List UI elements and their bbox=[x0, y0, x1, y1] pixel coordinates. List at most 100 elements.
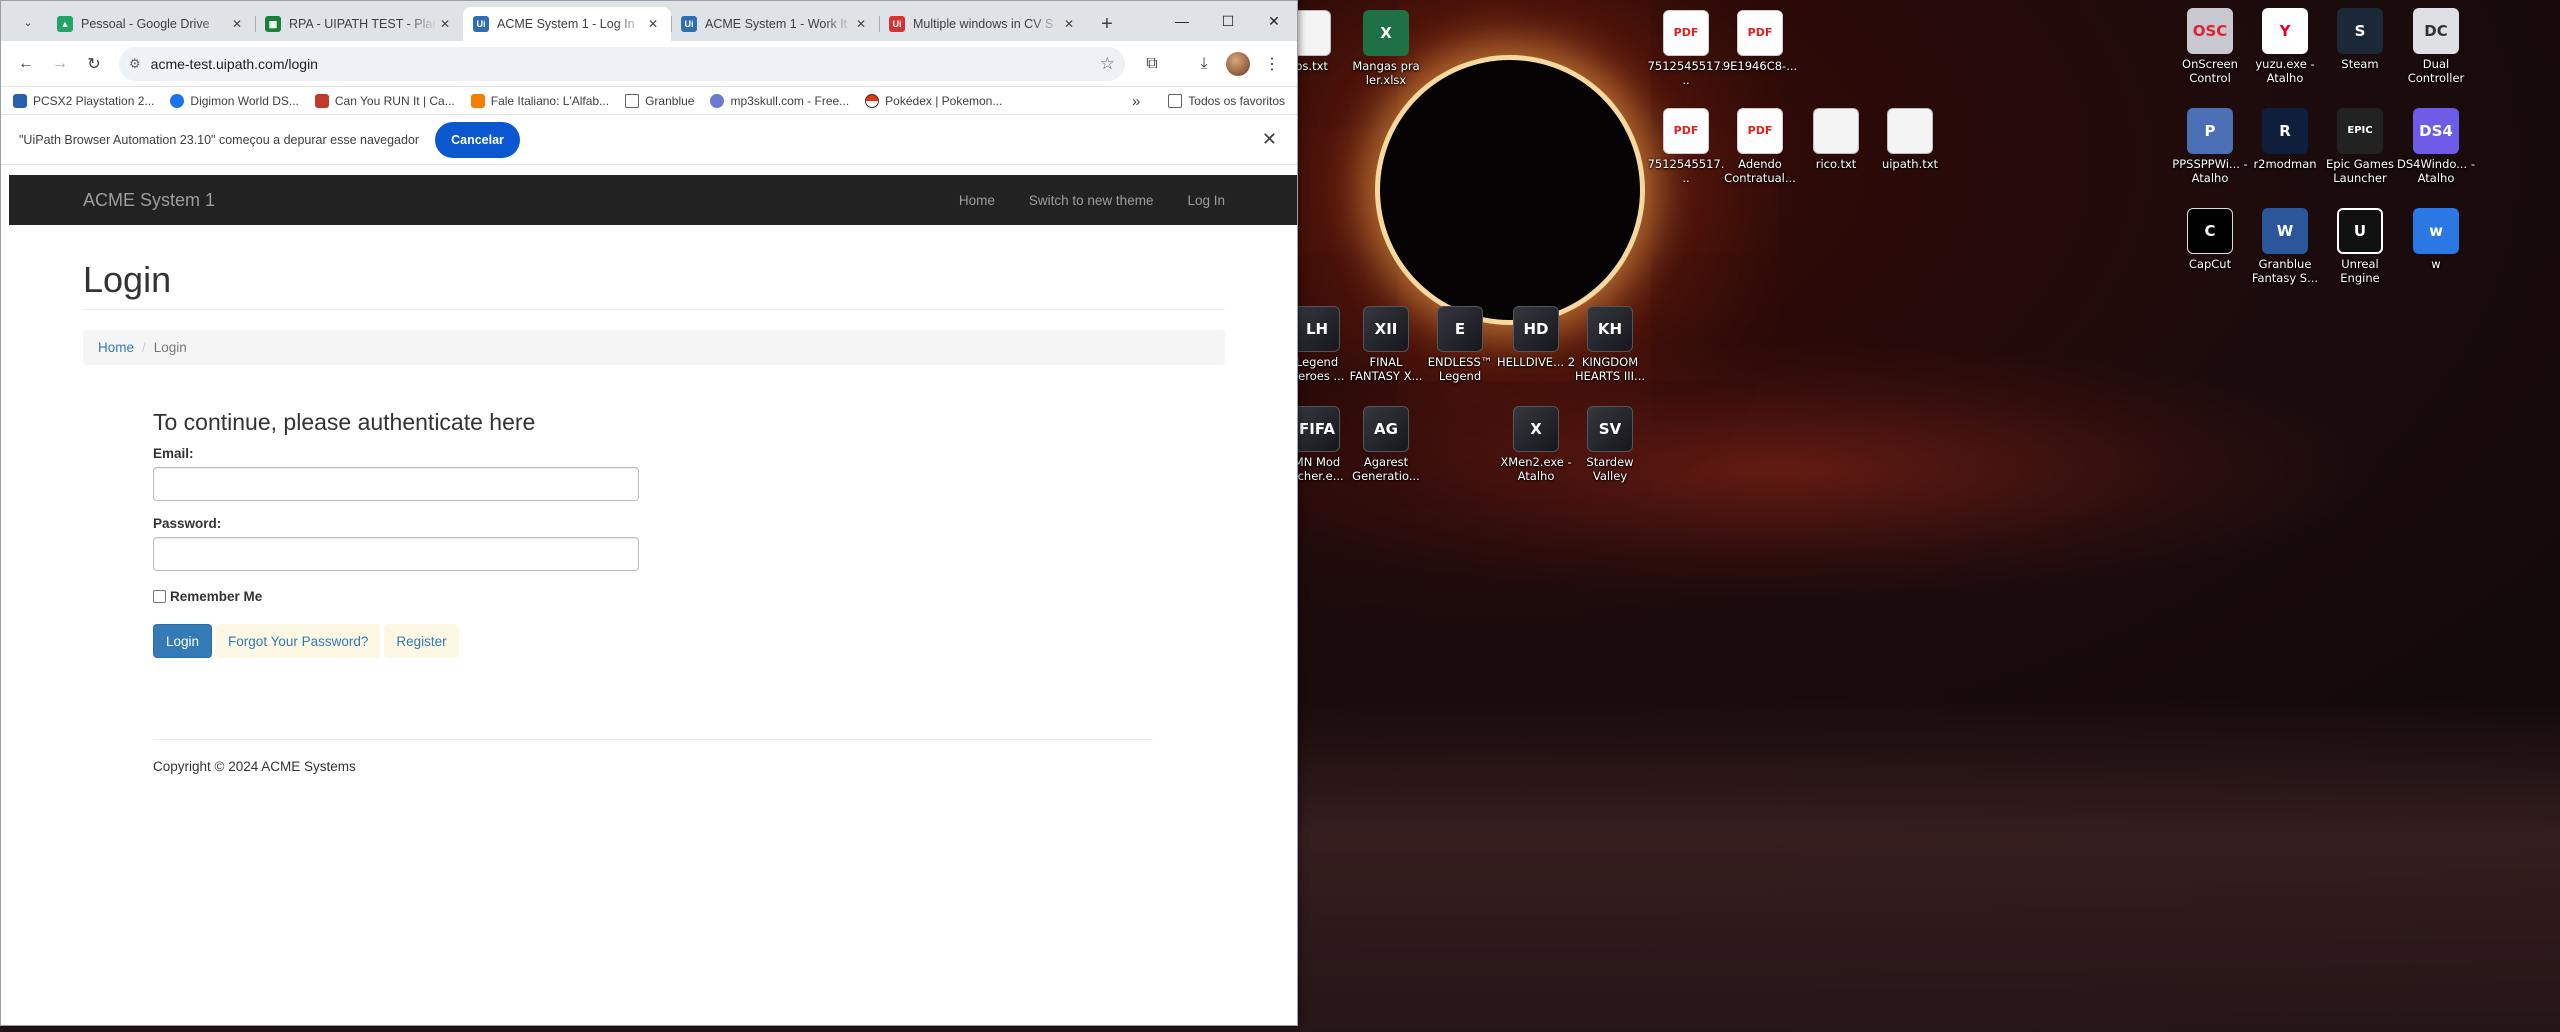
footer-divider bbox=[153, 739, 1153, 740]
forgot-password-button[interactable]: Forgot Your Password? bbox=[216, 624, 381, 658]
close-icon[interactable]: ✕ bbox=[1262, 129, 1277, 150]
desktop-icon-unreal-engine[interactable]: U Unreal Engine bbox=[2320, 208, 2400, 285]
bookmark-digimon[interactable]: Digimon World DS... bbox=[170, 93, 299, 108]
text-file-icon bbox=[1887, 108, 1933, 154]
breadcrumb: Home / Login bbox=[83, 330, 1225, 365]
uipath-icon: Ui bbox=[473, 16, 489, 32]
pdf-icon: PDF bbox=[1737, 108, 1783, 154]
browser-menu-button[interactable]: ⋮ bbox=[1257, 49, 1287, 79]
wallpaper-eclipse bbox=[1380, 60, 1640, 320]
bookmark-pokedex[interactable]: Pokédex | Pokemon... bbox=[865, 93, 1002, 108]
nav-log-in[interactable]: Log In bbox=[1187, 193, 1225, 208]
bookmark-granblue-folder[interactable]: Granblue bbox=[625, 93, 694, 108]
remember-me-label[interactable]: Remember Me bbox=[170, 589, 262, 604]
close-window-icon[interactable]: ✕ bbox=[1251, 1, 1297, 41]
tab-acme-work-items[interactable]: Ui ACME System 1 - Work It ✕ bbox=[671, 7, 879, 41]
desktop-icon-helldivers[interactable]: HD HELLDIVE... 2 bbox=[1496, 306, 1576, 369]
login-button[interactable]: Login bbox=[153, 624, 213, 658]
remember-me-checkbox[interactable] bbox=[153, 590, 166, 603]
download-icon: ⤓ bbox=[1200, 54, 1208, 72]
password-label: Password: bbox=[153, 516, 222, 531]
address-bar[interactable]: ⚙ acme-test.uipath.com/login ☆ bbox=[119, 46, 1125, 81]
bookmark-mp3skull[interactable]: mp3skull.com - Free... bbox=[710, 93, 850, 108]
tab-rpa-sheet[interactable]: ▦ RPA - UIPATH TEST - Plan ✕ bbox=[255, 7, 463, 41]
desktop-icon-w[interactable]: ww bbox=[2396, 208, 2476, 271]
desktop-icon-pdf-3[interactable]: PDF 7512545517... bbox=[1646, 108, 1726, 185]
desktop-icon-rico-txt[interactable]: rico.txt bbox=[1796, 108, 1876, 171]
bookmarks-overflow-button[interactable]: » bbox=[1132, 93, 1140, 110]
desktop-icon-adendo-pdf[interactable]: PDF Adendo Contratual... bbox=[1720, 108, 1800, 185]
profile-button[interactable] bbox=[1223, 49, 1253, 79]
tab-search-button[interactable]: ⌄ bbox=[15, 9, 41, 35]
tab-multiple-windows[interactable]: Ui Multiple windows in CV S ✕ bbox=[879, 7, 1087, 41]
desktop-icon-granblue-doc[interactable]: W Granblue Fantasy S... bbox=[2245, 208, 2325, 285]
desktop-icon-uipath-txt[interactable]: uipath.txt bbox=[1870, 108, 1950, 171]
excel-icon: X bbox=[1363, 10, 1409, 56]
minimize-icon[interactable]: — bbox=[1159, 1, 1205, 41]
bookmark-pcsx2[interactable]: PCSX2 Playstation 2... bbox=[13, 93, 155, 108]
avatar bbox=[1226, 51, 1250, 76]
new-tab-button[interactable]: + bbox=[1093, 10, 1121, 38]
desktop-icon-steam[interactable]: S Steam bbox=[2320, 8, 2400, 71]
desktop-icon-onscreen-control[interactable]: OSC OnScreen Control bbox=[2170, 8, 2250, 85]
site-brand[interactable]: ACME System 1 bbox=[83, 190, 215, 211]
desktop-icon-endless-legend[interactable]: E ENDLESS™ Legend bbox=[1420, 306, 1500, 383]
nav-switch-theme[interactable]: Switch to new theme bbox=[1029, 193, 1154, 208]
bookmark-can-you-run-it[interactable]: Can You RUN It | Ca... bbox=[314, 93, 455, 108]
infobar-cancel-button[interactable]: Cancelar bbox=[435, 121, 520, 158]
uipath-forum-icon: Ui bbox=[889, 16, 905, 32]
desktop-icon-final-fantasy[interactable]: XII FINAL FANTASY X... bbox=[1346, 306, 1426, 383]
site-info-icon[interactable]: ⚙ bbox=[129, 56, 141, 72]
reload-button[interactable]: ↻ bbox=[79, 49, 109, 79]
close-tab-icon[interactable]: ✕ bbox=[645, 16, 661, 32]
register-button[interactable]: Register bbox=[384, 624, 459, 658]
site-navbar: ACME System 1 Home Switch to new theme L… bbox=[9, 175, 1297, 225]
bookmark-fale-italiano[interactable]: Fale Italiano: L'Alfab... bbox=[470, 93, 609, 108]
arrow-right-icon: → bbox=[52, 54, 68, 72]
page-header: Login bbox=[83, 259, 1225, 310]
desktop-icon-label: r2modman bbox=[2253, 157, 2317, 171]
tab-google-drive[interactable]: ▲ Pessoal - Google Drive ✕ bbox=[47, 7, 255, 41]
all-bookmarks-folder[interactable]: Todos os favoritos bbox=[1168, 94, 1285, 108]
forward-button[interactable]: → bbox=[45, 49, 75, 79]
desktop-icon-mangas-xlsx[interactable]: X Mangas pra ler.xlsx bbox=[1346, 10, 1426, 87]
desktop-icon-xmen2[interactable]: X XMen2.exe - Atalho bbox=[1496, 406, 1576, 483]
desktop-icon-dual-controller[interactable]: DC Dual Controller bbox=[2396, 8, 2476, 85]
back-button[interactable]: ← bbox=[11, 49, 41, 79]
breadcrumb-home[interactable]: Home bbox=[98, 340, 134, 355]
desktop-icon-label: Mangas pra ler.xlsx bbox=[1352, 59, 1420, 87]
tab-acme-login[interactable]: Ui ACME System 1 - Log In ✕ bbox=[463, 7, 671, 41]
password-field[interactable] bbox=[153, 537, 639, 571]
desktop-icon-capcut[interactable]: C CapCut bbox=[2170, 208, 2250, 271]
bookmark-label: mp3skull.com - Free... bbox=[730, 93, 850, 108]
desktop-icon-label: w bbox=[2431, 257, 2441, 271]
desktop-icon-pdf-2[interactable]: PDF 9E1946C8-... bbox=[1720, 10, 1800, 73]
desktop-icon-r2modman[interactable]: Rr2modman bbox=[2245, 108, 2325, 171]
desktop-icon-ds4windows[interactable]: DS4 DS4Windo... - Atalho bbox=[2396, 108, 2476, 185]
address-bar-url[interactable]: acme-test.uipath.com/login bbox=[151, 56, 1090, 72]
desktop-icon-epic-games[interactable]: EPIC Epic Games Launcher bbox=[2320, 108, 2400, 185]
close-tab-icon[interactable]: ✕ bbox=[1061, 16, 1077, 32]
desktop-icon-kingdom-hearts[interactable]: KH KINGDOM HEARTS III... bbox=[1570, 306, 1650, 383]
desktop-icon-ppsspp[interactable]: P PPSSPPWi... - Atalho bbox=[2170, 108, 2250, 185]
bookmark-label: PCSX2 Playstation 2... bbox=[33, 93, 155, 108]
desktop-icon-yuzu[interactable]: Yyuzu.exe - Atalho bbox=[2245, 8, 2325, 85]
email-field[interactable] bbox=[153, 467, 639, 501]
close-tab-icon[interactable]: ✕ bbox=[853, 16, 869, 32]
desktop-icon-pdf-1[interactable]: PDF 7512545517... bbox=[1646, 10, 1726, 87]
game-icon: LH bbox=[1294, 306, 1340, 352]
downloads-button[interactable]: ⤓ bbox=[1189, 49, 1219, 79]
nav-home[interactable]: Home bbox=[959, 193, 995, 208]
close-tab-icon[interactable]: ✕ bbox=[437, 16, 453, 32]
desktop-icon-agarest[interactable]: AG Agarest Generatio... bbox=[1346, 406, 1426, 483]
maximize-icon[interactable]: ☐ bbox=[1205, 1, 1251, 41]
desktop-icon-label: Granblue Fantasy S... bbox=[2251, 257, 2319, 285]
desktop-icon-stardew-valley[interactable]: SV Stardew Valley bbox=[1570, 406, 1650, 483]
desktop-icon-label: FINAL FANTASY X... bbox=[1349, 355, 1423, 383]
game-icon: XII bbox=[1363, 306, 1409, 352]
extensions-button[interactable]: ⧉ bbox=[1137, 49, 1167, 79]
email-label: Email: bbox=[153, 446, 194, 461]
desktop-icon-label: uipath.txt bbox=[1881, 157, 1939, 171]
close-tab-icon[interactable]: ✕ bbox=[229, 16, 245, 32]
bookmark-star-icon[interactable]: ☆ bbox=[1100, 54, 1115, 74]
